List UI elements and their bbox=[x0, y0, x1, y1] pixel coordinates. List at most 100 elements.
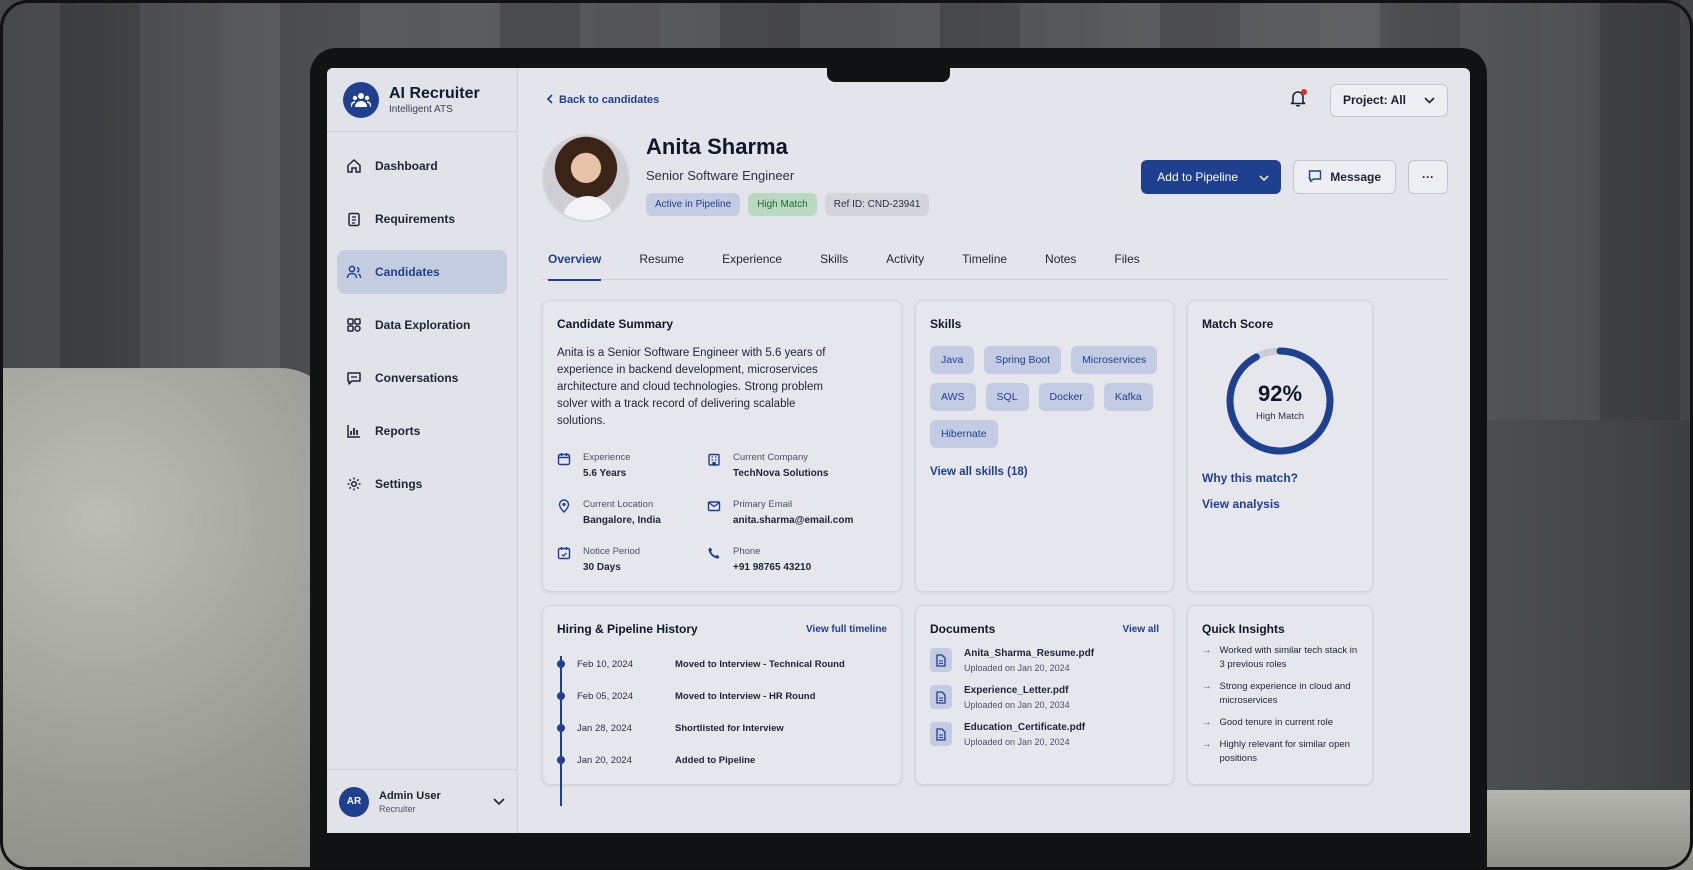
pipeline-history-card: Hiring & Pipeline History View full time… bbox=[542, 605, 902, 806]
match-badge: High Match bbox=[748, 193, 817, 216]
fact-notice-period: Notice Period 30 Days bbox=[557, 546, 707, 573]
gear-icon bbox=[345, 475, 363, 493]
sidebar-item-label: Data Exploration bbox=[375, 318, 471, 332]
users-icon bbox=[345, 263, 363, 281]
fact-value[interactable]: +91 98765 43210 bbox=[733, 562, 811, 573]
clipboard-icon bbox=[345, 210, 363, 228]
fact-label: Primary Email bbox=[733, 499, 793, 510]
fact-label: Notice Period bbox=[583, 546, 641, 557]
timeline-event: Moved to Interview - HR Round bbox=[675, 690, 816, 702]
pipeline-status-badge: Active in Pipeline bbox=[646, 193, 741, 216]
back-to-candidates-link[interactable]: Back to candidates bbox=[546, 93, 659, 107]
document-item[interactable]: Experience_Letter.pdf Uploaded on Jan 20,… bbox=[930, 685, 1159, 710]
skill-chip[interactable]: Java bbox=[930, 346, 975, 374]
message-button[interactable]: Message bbox=[1293, 160, 1396, 194]
candidate-actions: Add to Pipeline Message ··· bbox=[1141, 160, 1448, 194]
skill-chip[interactable]: Hibernate bbox=[930, 420, 998, 448]
document-item[interactable]: Anita_Sharma_Resume.pdf Uploaded on Jan 2… bbox=[930, 648, 1159, 673]
phone-icon bbox=[707, 546, 721, 565]
skill-chip[interactable]: SQL bbox=[985, 383, 1029, 411]
arrow-right-icon: → bbox=[1202, 681, 1212, 692]
sidebar-item-settings[interactable]: Settings bbox=[337, 462, 507, 506]
topbar: Back to candidates Project: All bbox=[542, 68, 1448, 132]
chevron-down-icon[interactable] bbox=[493, 793, 505, 811]
tab-skills[interactable]: Skills bbox=[820, 238, 848, 280]
sidebar-item-label: Requirements bbox=[375, 212, 456, 226]
tab-experience[interactable]: Experience bbox=[722, 238, 782, 280]
fact-label: Current Company bbox=[733, 452, 808, 463]
skill-chip[interactable]: Docker bbox=[1038, 383, 1094, 411]
candidate-badges: Active in Pipeline High Match Ref ID: CN… bbox=[646, 193, 930, 216]
quick-insights-card: Quick Insights → Worked with similar tech… bbox=[1187, 605, 1373, 785]
document-item[interactable]: Education_Certificate.pdf Uploaded on Jan… bbox=[930, 722, 1159, 747]
bar-chart-icon bbox=[345, 422, 363, 440]
tab-resume[interactable]: Resume bbox=[639, 238, 684, 280]
fact-value: 5.6 Years bbox=[583, 468, 627, 479]
document-date: Uploaded on Jan 20, 2034 bbox=[964, 700, 1070, 710]
chevron-down-icon[interactable] bbox=[1259, 170, 1269, 184]
candidate-title: Senior Software Engineer bbox=[646, 168, 795, 183]
user-menu[interactable]: AR Admin User Recruiter bbox=[327, 769, 517, 833]
timeline-row: Feb 05, 2024 Moved to Interview - HR Roun… bbox=[557, 680, 887, 712]
why-this-match-link[interactable]: Why this match? bbox=[1202, 471, 1358, 485]
mail-icon bbox=[707, 499, 721, 518]
add-to-pipeline-label: Add to Pipeline bbox=[1157, 170, 1239, 184]
skill-chip[interactable]: Spring Boot bbox=[984, 346, 1062, 374]
timeline-row: Jan 28, 2024 Shortlisted for Interview bbox=[557, 712, 887, 744]
tab-notes[interactable]: Notes bbox=[1045, 238, 1076, 280]
candidate-facts: Experience 5.6 Years Current Company TechN… bbox=[557, 452, 887, 573]
tab-overview[interactable]: Overview bbox=[548, 238, 602, 281]
tab-activity[interactable]: Activity bbox=[886, 238, 924, 280]
sidebar-item-candidates[interactable]: Candidates bbox=[337, 250, 507, 294]
more-options-button[interactable]: ··· bbox=[1408, 160, 1448, 194]
sidebar-nav: Dashboard Requirements Candidates Data E… bbox=[327, 132, 517, 518]
insight-item: → Highly relevant for similar open positi… bbox=[1202, 738, 1358, 766]
match-score-label: High Match bbox=[1255, 410, 1305, 422]
document-icon bbox=[930, 648, 952, 672]
user-name: Admin User bbox=[379, 789, 441, 802]
match-score-ring: 92% High Match bbox=[1224, 345, 1336, 457]
timeline-row: Feb 10, 2024 Moved to Interview - Technic… bbox=[557, 648, 887, 680]
add-to-pipeline-button[interactable]: Add to Pipeline bbox=[1141, 160, 1282, 194]
camera-notch bbox=[827, 68, 950, 82]
sidebar-item-label: Dashboard bbox=[375, 159, 438, 173]
sidebar-item-requirements[interactable]: Requirements bbox=[337, 197, 507, 241]
document-name: Anita_Sharma_Resume.pdf bbox=[964, 648, 1095, 659]
skill-chip[interactable]: Microservices bbox=[1071, 346, 1158, 374]
tab-timeline[interactable]: Timeline bbox=[962, 238, 1007, 280]
sidebar-item-dashboard[interactable]: Dashboard bbox=[337, 144, 507, 188]
user-role: Recruiter bbox=[379, 803, 416, 814]
app-window: AI Recruiter Intelligent ATS Dashboard R… bbox=[327, 68, 1470, 833]
view-full-timeline-link[interactable]: View full timeline bbox=[806, 624, 887, 635]
topbar-actions: Project: All bbox=[1290, 83, 1448, 117]
project-select-value: Project: All bbox=[1343, 93, 1406, 107]
skill-chip[interactable]: Kafka bbox=[1103, 383, 1153, 411]
skill-chip[interactable]: AWS bbox=[930, 383, 976, 411]
clock-calendar-icon bbox=[557, 546, 571, 565]
fact-label: Experience bbox=[583, 452, 631, 463]
timeline-event: Moved to Interview - Technical Round bbox=[675, 658, 845, 670]
document-name: Education_Certificate.pdf bbox=[964, 722, 1086, 733]
project-select[interactable]: Project: All bbox=[1330, 83, 1448, 117]
insight-text: Strong experience in cloud and microserv… bbox=[1219, 681, 1351, 706]
building-icon bbox=[707, 452, 721, 471]
fact-value[interactable]: anita.sharma@email.com bbox=[733, 515, 853, 526]
notification-dot bbox=[1301, 88, 1307, 95]
document-date: Uploaded on Jan 20, 2024 bbox=[964, 663, 1070, 673]
view-analysis-link[interactable]: View analysis bbox=[1202, 497, 1358, 511]
sidebar-item-reports[interactable]: Reports bbox=[337, 409, 507, 453]
sidebar-item-conversations[interactable]: Conversations bbox=[337, 356, 507, 400]
view-all-skills-link[interactable]: View all skills (18) bbox=[930, 466, 1159, 478]
sidebar-item-data-exploration[interactable]: Data Exploration bbox=[337, 303, 507, 347]
insight-text: Worked with similar tech stack in 3 prev… bbox=[1219, 645, 1358, 670]
notification-bell-icon[interactable] bbox=[1290, 88, 1307, 112]
brand[interactable]: AI Recruiter Intelligent ATS bbox=[327, 68, 517, 132]
insight-text: Highly relevant for similar open positio… bbox=[1219, 739, 1350, 764]
timeline-date: Feb 05, 2024 bbox=[577, 690, 633, 702]
summary-text: Anita is a Senior Software Engineer with… bbox=[557, 347, 826, 427]
view-all-documents-link[interactable]: View all bbox=[1122, 624, 1159, 635]
match-score-text: 92% High Match bbox=[1224, 345, 1336, 457]
match-score-card: Match Score 92% High Match Why this matc… bbox=[1187, 300, 1373, 592]
timeline-event: Shortlisted for Interview bbox=[675, 722, 784, 734]
tab-files[interactable]: Files bbox=[1114, 238, 1139, 280]
